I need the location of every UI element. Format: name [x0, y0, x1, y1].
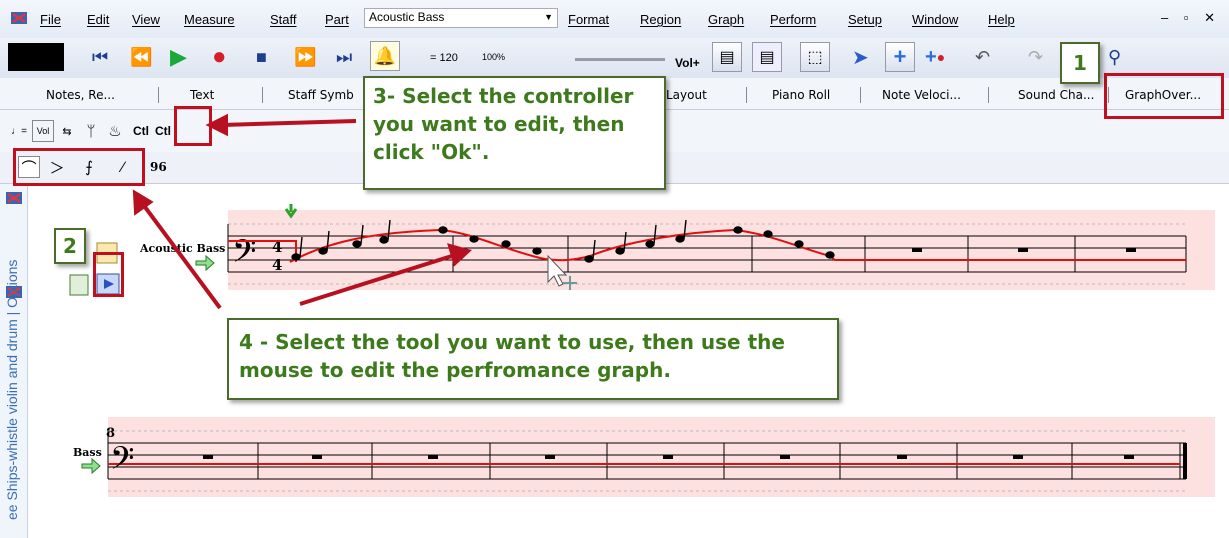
performance-graph-line[interactable] — [289, 228, 1186, 263]
staff-2-lines — [107, 430, 1187, 492]
callout-step-3: 3- Select the controller you want to edi… — [363, 76, 666, 190]
highlight-tool-row — [13, 148, 145, 186]
staff-1-rests — [912, 248, 1136, 252]
people-icon[interactable] — [69, 274, 89, 296]
callout-step-4: 4 - Select the tool you want to use, the… — [227, 318, 839, 400]
time-sig-bottom: 4 — [272, 256, 282, 274]
staff-2-play-marker-icon[interactable] — [81, 457, 101, 475]
staff-2-rests — [203, 455, 1134, 459]
highlight-graph-overlay-tab — [1104, 73, 1224, 119]
callout-step-1: 1 — [1060, 42, 1100, 84]
highlight-expand-button — [93, 252, 124, 297]
crosshair-icon — [563, 276, 577, 290]
staff-1-clef: 𝄢 — [232, 233, 256, 277]
staff-2-clef: 𝄢 — [110, 440, 134, 484]
staff-1-notes — [291, 219, 835, 263]
callout-step-2: 2 — [54, 228, 86, 264]
staff-1-play-marker-icon[interactable] — [195, 254, 215, 272]
insertion-arrow-icon — [284, 204, 298, 219]
staff-1-lines — [227, 223, 1187, 285]
highlight-ctl-button — [174, 106, 212, 146]
